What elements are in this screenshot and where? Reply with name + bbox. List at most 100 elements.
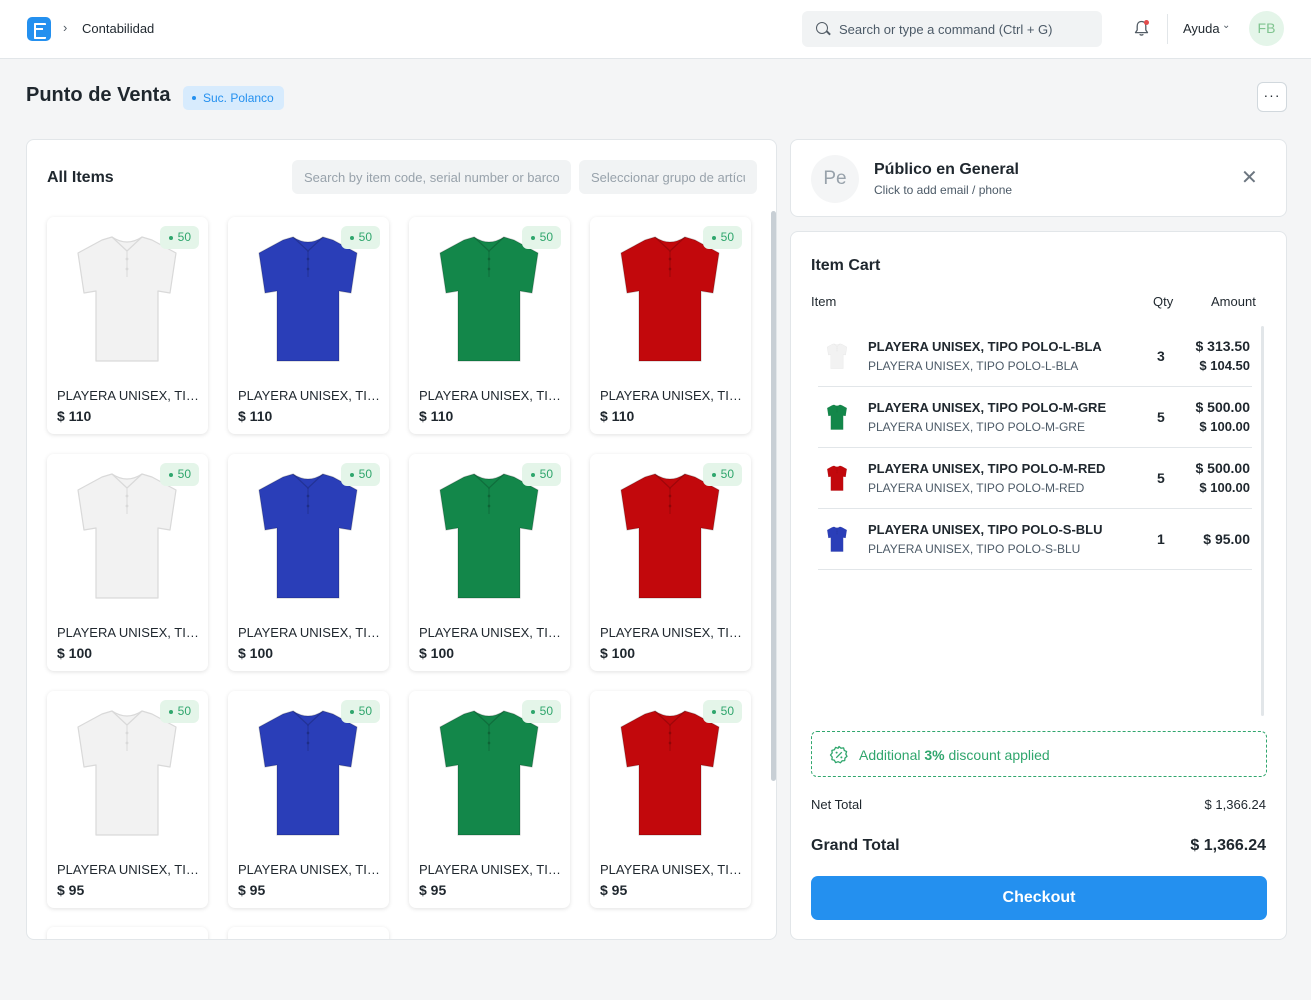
items-scrollbar[interactable] (771, 211, 776, 781)
items-panel: All Items 50 PLAYERA UNISEX, TIPO POLO-L-… (26, 139, 777, 940)
item-image (72, 705, 182, 839)
cart-item-thumbnail (826, 342, 848, 370)
item-card[interactable]: 50 PLAYERA UNISEX, TIPO POLO-L-GRE $ 110 (409, 217, 570, 434)
item-card[interactable]: 50 PLAYERA UNISEX, TIPO POLO-L-BLA $ 110 (47, 217, 208, 434)
item-image (615, 705, 725, 839)
more-options-button[interactable]: ··· (1257, 82, 1287, 112)
item-name: PLAYERA UNISEX, TIPO POLO-S-RED (600, 862, 745, 877)
cart-item-rate: $ 100.00 (1199, 480, 1250, 495)
cart-column-item: Item (811, 294, 837, 309)
stock-badge: 50 (702, 700, 742, 723)
item-name: PLAYERA UNISEX, TIPO POLO-M-BLA (57, 625, 202, 640)
chevron-right-icon: › (63, 20, 68, 35)
cart-row[interactable]: PLAYERA UNISEX, TIPO POLO-L-BLA PLAYERA U… (818, 326, 1252, 387)
net-total-value: $ 1,366.24 (1204, 797, 1266, 812)
stock-badge: 50 (159, 463, 199, 486)
search-placeholder: Search or type a command (Ctrl + G) (839, 22, 1053, 37)
cart-column-qty: Qty (1153, 294, 1174, 309)
item-card[interactable]: 50 PLAYERA UNISEX, TIPO POLO-S-BLU $ 95 (228, 691, 389, 908)
item-card[interactable]: 50 PLAYERA UNISEX, TIPO POLO-S-BLA $ 95 (47, 691, 208, 908)
cart-item-amount: $ 500.00 (1195, 460, 1251, 476)
item-card-partial[interactable] (47, 927, 208, 939)
stock-badge: 50 (521, 463, 561, 486)
customer-panel[interactable]: Pe Público en General Click to add email… (790, 139, 1287, 217)
item-group-select[interactable] (579, 160, 757, 194)
item-card[interactable]: 50 PLAYERA UNISEX, TIPO POLO-M-BLU $ 100 (228, 454, 389, 671)
discount-icon (829, 745, 848, 764)
cart-item-qty: 3 (1157, 348, 1165, 364)
cart-title: Item Cart (811, 257, 881, 274)
cart-item-amount: $ 500.00 (1195, 399, 1251, 415)
cart-item-name: PLAYERA UNISEX, TIPO POLO-M-GRE (868, 400, 1107, 415)
navbar-divider (1167, 14, 1168, 44)
cart-item-thumbnail (826, 403, 848, 431)
cart-scrollbar[interactable] (1261, 326, 1264, 716)
breadcrumb[interactable]: Contabilidad (82, 21, 154, 36)
item-name: PLAYERA UNISEX, TIPO POLO-S-GRE (419, 862, 564, 877)
item-image (615, 468, 725, 602)
item-card[interactable]: 50 PLAYERA UNISEX, TIPO POLO-M-RED $ 100 (590, 454, 751, 671)
customer-contact-hint[interactable]: Click to add email / phone (874, 183, 1012, 197)
cart-panel: Item Cart Item Qty Amount PLAYERA UNISEX… (790, 231, 1287, 940)
help-menu[interactable]: Ayuda (1183, 21, 1220, 36)
cart-item-qty: 1 (1157, 531, 1165, 547)
grand-total-label: Grand Total (811, 837, 900, 854)
item-card[interactable]: 50 PLAYERA UNISEX, TIPO POLO-M-GRE $ 100 (409, 454, 570, 671)
item-name: PLAYERA UNISEX, TIPO POLO-L-GRE (419, 388, 564, 403)
app-logo-icon[interactable] (27, 17, 51, 41)
item-price: $ 95 (419, 882, 447, 898)
item-price: $ 100 (419, 645, 455, 661)
cart-item-thumbnail (826, 464, 848, 492)
item-name: PLAYERA UNISEX, TIPO POLO-S-BLA (57, 862, 202, 877)
stock-badge: 50 (340, 700, 380, 723)
cart-item-thumbnail (826, 525, 848, 553)
customer-name: Público en General (874, 161, 1019, 178)
item-card[interactable]: 50 PLAYERA UNISEX, TIPO POLO-M-BLA $ 100 (47, 454, 208, 671)
chevron-down-icon[interactable]: ⌄ (1222, 20, 1230, 31)
customer-avatar: Pe (811, 155, 859, 203)
item-name: PLAYERA UNISEX, TIPO POLO-M-GRE (419, 625, 564, 640)
grand-total-value: $ 1,366.24 (1190, 837, 1266, 854)
item-image (72, 468, 182, 602)
item-image (615, 231, 725, 365)
item-price: $ 100 (600, 645, 636, 661)
item-name: PLAYERA UNISEX, TIPO POLO-S-BLU (238, 862, 383, 877)
item-name: PLAYERA UNISEX, TIPO POLO-L-BLU (238, 388, 383, 403)
stock-badge: 50 (521, 700, 561, 723)
branch-badge: Suc. Polanco (183, 86, 284, 110)
search-icon (816, 22, 828, 34)
cart-row[interactable]: PLAYERA UNISEX, TIPO POLO-S-BLU PLAYERA U… (818, 509, 1252, 570)
stock-badge: 50 (340, 226, 380, 249)
cart-row[interactable]: PLAYERA UNISEX, TIPO POLO-M-RED PLAYERA U… (818, 448, 1252, 509)
item-name: PLAYERA UNISEX, TIPO POLO-M-BLU (238, 625, 383, 640)
page-title: Punto de Venta (26, 84, 171, 106)
item-price: $ 110 (600, 408, 635, 424)
cart-row[interactable]: PLAYERA UNISEX, TIPO POLO-M-GRE PLAYERA U… (818, 387, 1252, 448)
item-name: PLAYERA UNISEX, TIPO POLO-L-RED (600, 388, 745, 403)
item-price: $ 100 (238, 645, 274, 661)
close-icon[interactable]: ✕ (1241, 167, 1258, 189)
item-price: $ 95 (57, 882, 85, 898)
cart-item-code: PLAYERA UNISEX, TIPO POLO-M-RED (868, 481, 1085, 495)
cart-item-qty: 5 (1157, 470, 1165, 486)
stock-badge: 50 (159, 700, 199, 723)
cart-item-name: PLAYERA UNISEX, TIPO POLO-L-BLA (868, 339, 1102, 354)
item-card-partial[interactable] (228, 927, 389, 939)
items-title: All Items (47, 169, 114, 186)
item-price: $ 110 (238, 408, 273, 424)
stock-badge: 50 (340, 463, 380, 486)
search-bar[interactable]: Search or type a command (Ctrl + G) (802, 11, 1102, 47)
cart-item-rate: $ 100.00 (1199, 419, 1250, 434)
checkout-button[interactable]: Checkout (811, 876, 1267, 920)
cart-item-name: PLAYERA UNISEX, TIPO POLO-M-RED (868, 461, 1106, 476)
item-card[interactable]: 50 PLAYERA UNISEX, TIPO POLO-S-GRE $ 95 (409, 691, 570, 908)
item-card[interactable]: 50 PLAYERA UNISEX, TIPO POLO-S-RED $ 95 (590, 691, 751, 908)
discount-banner: Additional 3% discount applied (811, 731, 1267, 777)
cart-item-qty: 5 (1157, 409, 1165, 425)
cart-item-name: PLAYERA UNISEX, TIPO POLO-S-BLU (868, 522, 1103, 537)
item-card[interactable]: 50 PLAYERA UNISEX, TIPO POLO-L-BLU $ 110 (228, 217, 389, 434)
item-search-input[interactable] (292, 160, 571, 194)
item-card[interactable]: 50 PLAYERA UNISEX, TIPO POLO-L-RED $ 110 (590, 217, 751, 434)
user-avatar[interactable]: FB (1249, 11, 1284, 46)
stock-badge: 50 (702, 226, 742, 249)
